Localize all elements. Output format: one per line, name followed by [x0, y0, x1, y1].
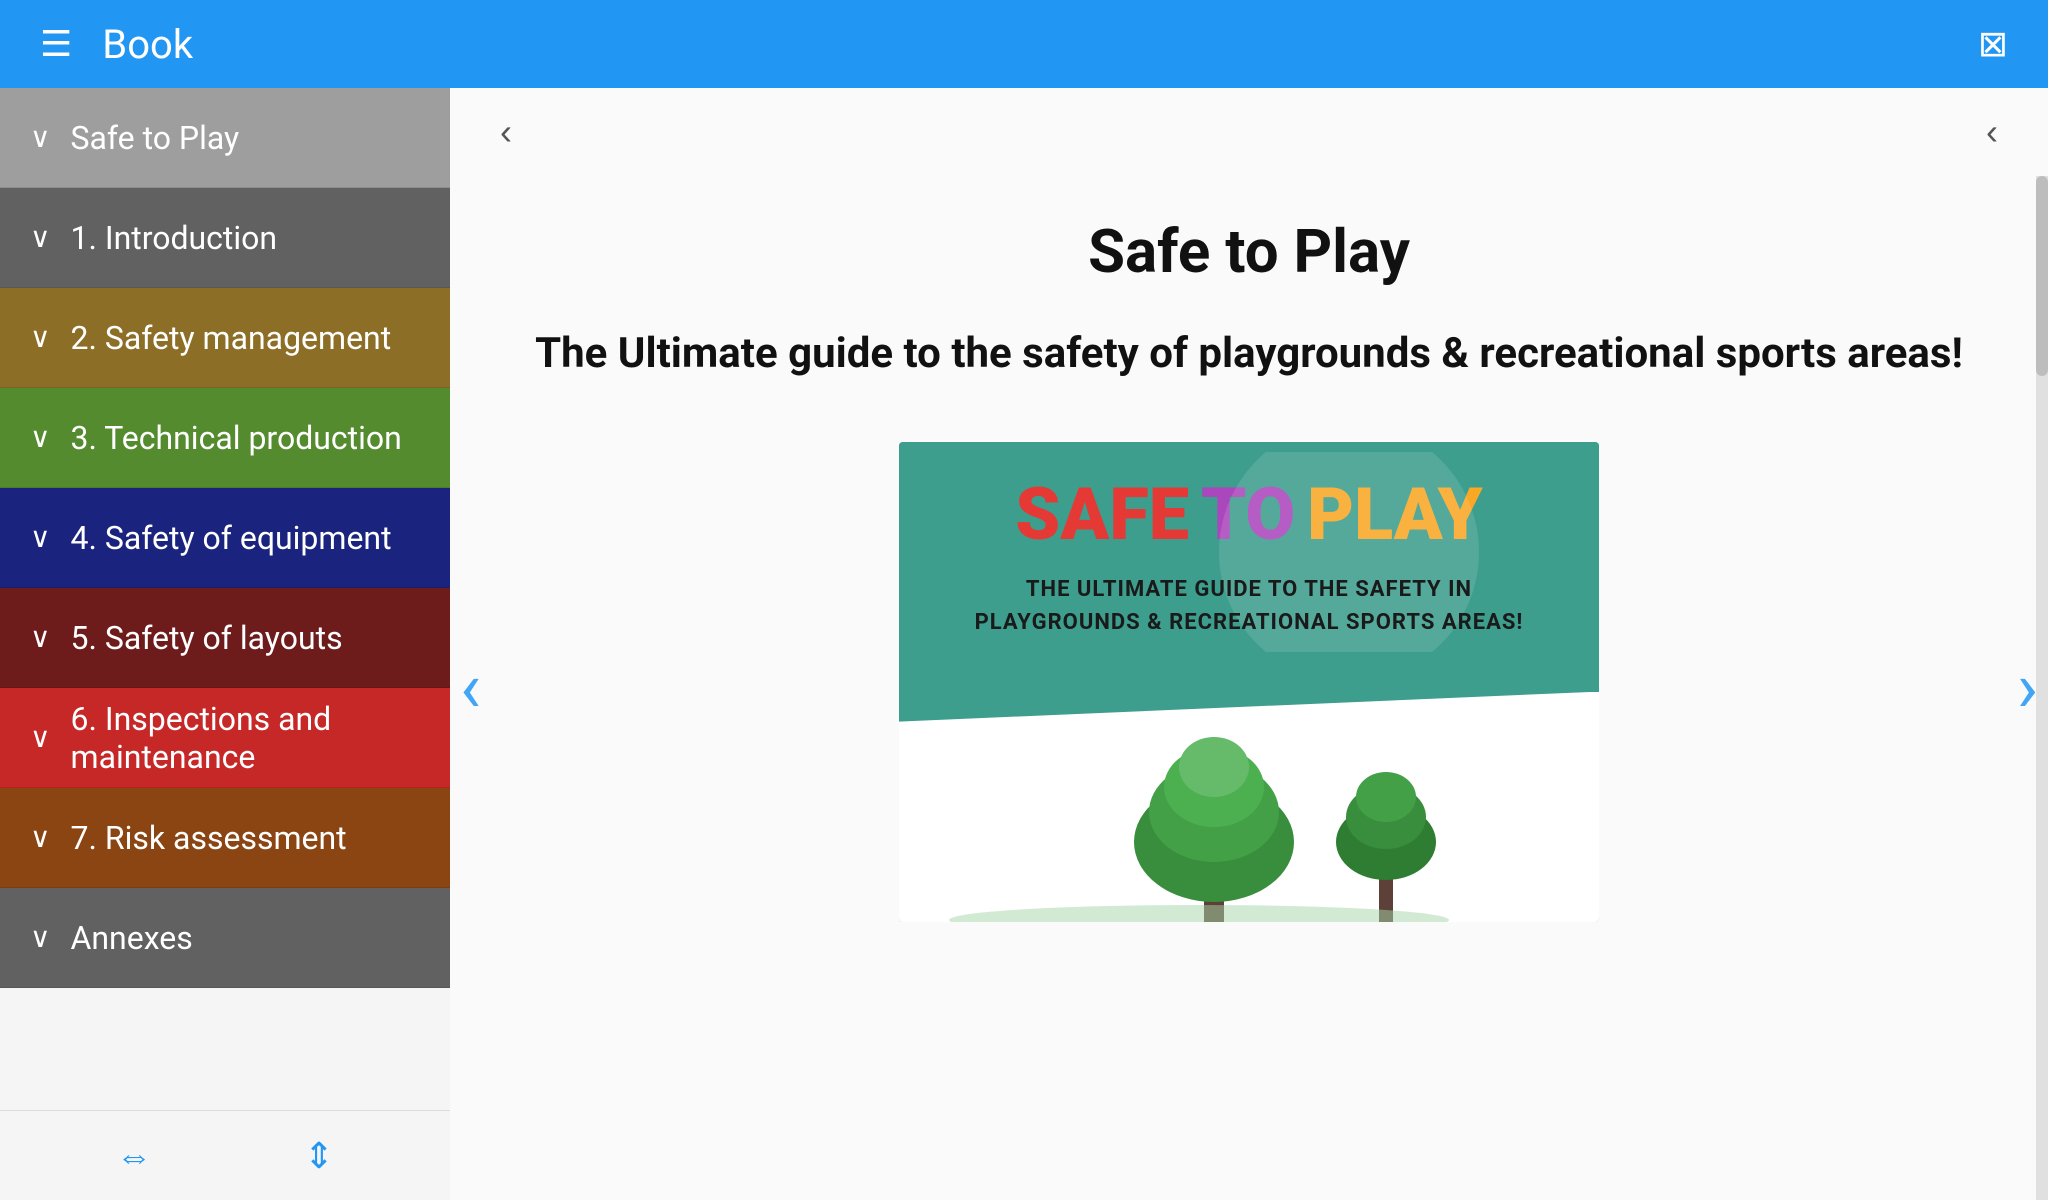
book-cover-bottom	[899, 722, 1599, 922]
app-title: Book	[102, 21, 193, 68]
chevron-icon: ∨	[30, 821, 51, 854]
translate-icon[interactable]: ⊠	[1978, 23, 2008, 65]
menu-icon[interactable]: ☰	[40, 23, 72, 65]
book-cover-image: SAFE TO PLAY THE ULTIMATE GUIDE TO THE S…	[899, 442, 1599, 922]
main-layout: ∨ Safe to Play ∨ 1. Introduction ∨ 2. Sa…	[0, 88, 2048, 1200]
chevron-icon: ∨	[30, 421, 51, 454]
sidebar-item-label: 4. Safety of equipment	[71, 519, 392, 557]
sidebar-item-label: 1. Introduction	[71, 219, 278, 257]
sidebar-item-technical-production[interactable]: ∨ 3. Technical production	[0, 388, 450, 488]
book-subtitle-line2: PLAYGROUNDS & RECREATIONAL SPORTS AREAS!	[975, 610, 1524, 635]
chevron-icon: ∨	[30, 621, 51, 654]
sidebar-item-label: 5. Safety of layouts	[71, 619, 343, 657]
fit-width-icon[interactable]: ⇔	[116, 1135, 152, 1177]
chevron-icon: ∨	[30, 321, 51, 354]
next-page-button[interactable]: ›	[2017, 647, 2038, 729]
sidebar-item-label: 7. Risk assessment	[71, 819, 347, 857]
sidebar-item-introduction[interactable]: ∨ 1. Introduction	[0, 188, 450, 288]
sidebar-item-safe-to-play[interactable]: ∨ Safe to Play	[0, 88, 450, 188]
sidebar-footer: ⇔ ⇕	[0, 1110, 450, 1200]
sidebar-item-label: Safe to Play	[71, 119, 240, 157]
sidebar-item-label: 6. Inspections and maintenance	[71, 700, 421, 776]
sidebar: ∨ Safe to Play ∨ 1. Introduction ∨ 2. Sa…	[0, 88, 450, 1200]
app-header: ☰ Book ⊠	[0, 0, 2048, 88]
collapse-left-button[interactable]: ‹	[490, 101, 522, 163]
book-cover-top: SAFE TO PLAY THE ULTIMATE GUIDE TO THE S…	[899, 442, 1599, 722]
chevron-icon: ∨	[30, 221, 51, 254]
collapse-right-button[interactable]: ‹	[1976, 101, 2008, 163]
page-subtitle: The Ultimate guide to the safety of play…	[535, 327, 1963, 382]
content-scroll: ‹ Safe to Play The Ultimate guide to the…	[450, 176, 2048, 1200]
sidebar-item-safety-management[interactable]: ∨ 2. Safety management	[0, 288, 450, 388]
sidebar-item-annexes[interactable]: ∨ Annexes	[0, 888, 450, 988]
sidebar-item-safety-equipment[interactable]: ∨ 4. Safety of equipment	[0, 488, 450, 588]
chevron-icon: ∨	[30, 721, 51, 754]
sidebar-item-inspections[interactable]: ∨ 6. Inspections and maintenance	[0, 688, 450, 788]
fit-height-icon[interactable]: ⇕	[304, 1135, 334, 1177]
sidebar-item-label: Annexes	[71, 919, 193, 957]
tree-illustration	[909, 722, 1589, 922]
chevron-icon: ∨	[30, 921, 51, 954]
content-top-bar: ‹ ‹	[450, 88, 2048, 176]
chevron-icon: ∨	[30, 521, 51, 554]
book-subtitle-line1: THE ULTIMATE GUIDE TO THE SAFETY IN	[1026, 577, 1472, 602]
sidebar-item-safety-layouts[interactable]: ∨ 5. Safety of layouts	[0, 588, 450, 688]
sidebar-item-risk-assessment[interactable]: ∨ 7. Risk assessment	[0, 788, 450, 888]
content-area: ‹ ‹ ‹ Safe to Play The Ultimate guide to…	[450, 88, 2048, 1200]
page-title: Safe to Play	[1088, 216, 1410, 287]
sidebar-item-label: 3. Technical production	[71, 419, 402, 457]
scrollbar-thumb[interactable]	[2036, 176, 2048, 376]
sidebar-item-label: 2. Safety management	[71, 319, 392, 357]
chevron-icon: ∨	[30, 121, 51, 154]
prev-page-button[interactable]: ‹	[460, 647, 481, 729]
